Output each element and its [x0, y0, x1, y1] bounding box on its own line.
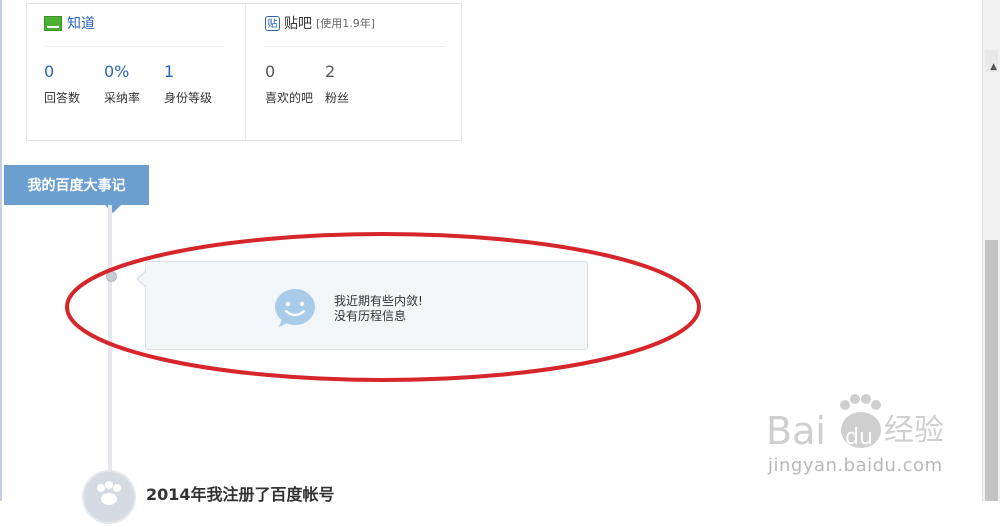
tieba-header[interactable]: 贴 贴吧 [使用1.9年] [265, 4, 445, 47]
zhidao-icon [44, 15, 62, 31]
stat-answers[interactable]: 0 回答数 [44, 47, 104, 106]
registered-milestone-title[interactable]: 2014年我注册了百度帐号 [146, 481, 335, 505]
stat-value[interactable]: 0% [104, 62, 164, 84]
smiley-bubble-icon [275, 289, 315, 327]
tieba-icon: 贴 [265, 15, 280, 31]
timeline-line [108, 205, 112, 505]
watermark-brand: Bai [766, 409, 826, 453]
vertical-scrollbar[interactable]: ▲ [982, 0, 1000, 501]
stat-value[interactable]: 0 [44, 62, 104, 84]
timeline-dot [106, 271, 117, 282]
stat-level[interactable]: 1 身份等级 [164, 47, 224, 106]
stat-fans[interactable]: 2 粉丝 [325, 47, 385, 106]
stat-value[interactable]: 2 [325, 62, 385, 84]
stats-divider [245, 4, 246, 140]
scroll-up-arrow-icon[interactable]: ▲ [990, 62, 997, 72]
empty-history-message: 我近期有些内敛! 没有历程信息 [334, 294, 423, 324]
stat-label: 回答数 [44, 91, 81, 105]
stat-value[interactable]: 1 [164, 62, 224, 84]
activity-stats-panel: 知道 0 回答数 0% 采纳率 1 身份等级 贴 贴吧 [使用1.9年] 0 喜… [26, 3, 462, 141]
watermark-product: 经验 [884, 413, 944, 448]
watermark-brand-suffix: du [845, 425, 873, 450]
zhidao-section: 知道 0 回答数 0% 采纳率 1 身份等级 [44, 4, 224, 106]
empty-message-line2: 没有历程信息 [334, 309, 407, 323]
stat-adoption-rate[interactable]: 0% 采纳率 [104, 47, 164, 106]
stat-label: 采纳率 [104, 91, 141, 105]
stat-label: 粉丝 [325, 91, 350, 105]
empty-message-line1: 我近期有些内敛! [334, 294, 423, 308]
baidu-jingyan-watermark-logo: Bai du 经验 [766, 394, 944, 453]
stat-liked-bars[interactable]: 0 喜欢的吧 [265, 47, 325, 106]
scrollbar-thumb[interactable] [985, 240, 998, 501]
stat-label: 喜欢的吧 [265, 91, 314, 105]
tieba-section: 贴 贴吧 [使用1.9年] 0 喜欢的吧 2 粉丝 [265, 4, 445, 106]
stat-label: 身份等级 [164, 91, 213, 105]
profile-page: 知道 0 回答数 0% 采纳率 1 身份等级 贴 贴吧 [使用1.9年] 0 喜… [0, 0, 980, 524]
empty-history-card: 我近期有些内敛! 没有历程信息 [136, 261, 588, 350]
tieba-stat-row: 0 喜欢的吧 2 粉丝 [265, 47, 445, 106]
stat-value[interactable]: 0 [265, 62, 325, 84]
tieba-title[interactable]: 贴吧 [284, 13, 312, 33]
zhidao-stat-row: 0 回答数 0% 采纳率 1 身份等级 [44, 47, 224, 106]
watermark-url: jingyan.baidu.com [768, 455, 943, 476]
paw-avatar-icon [82, 470, 136, 524]
zhidao-title[interactable]: 知道 [67, 13, 95, 33]
tieba-usage-note: [使用1.9年] [316, 17, 376, 30]
zhidao-header[interactable]: 知道 [44, 4, 224, 47]
milestones-tab[interactable]: 我的百度大事记 [4, 165, 149, 213]
